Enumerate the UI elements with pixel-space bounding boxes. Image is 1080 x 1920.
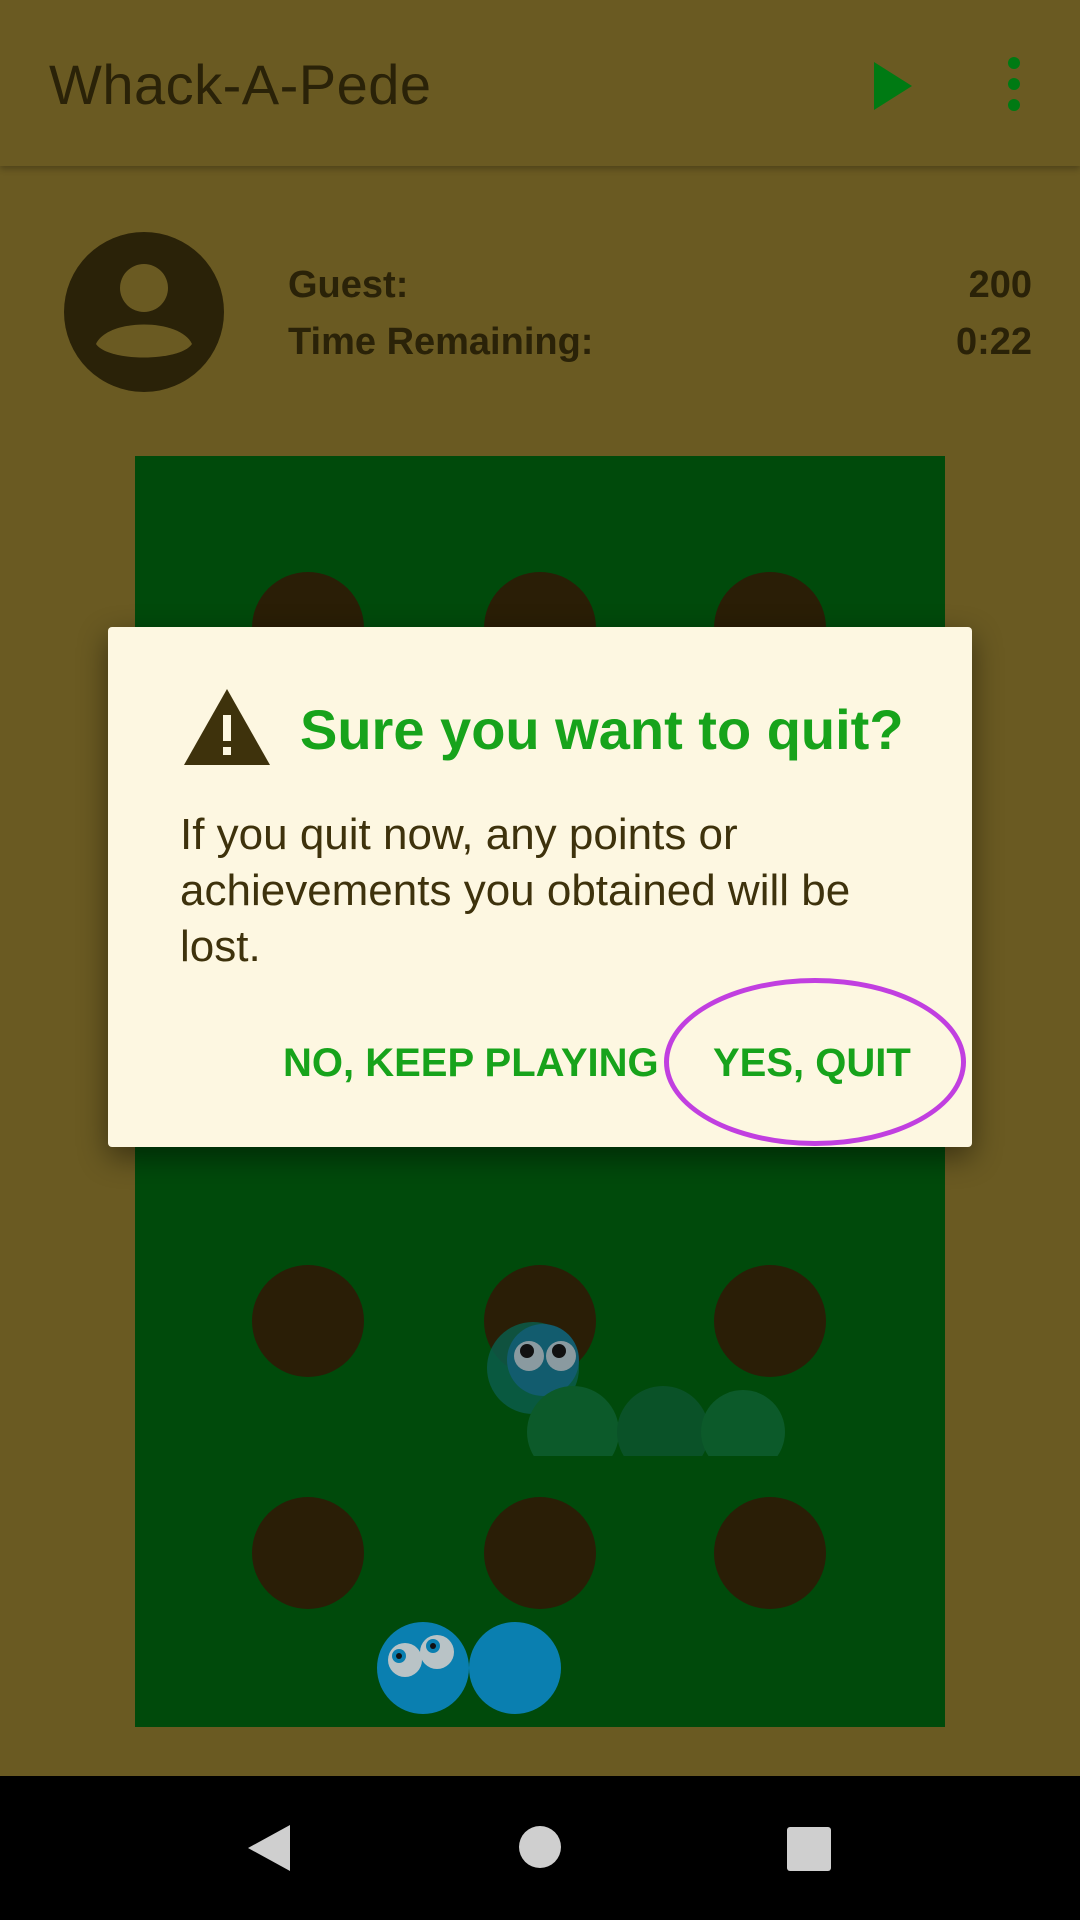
keep-playing-button[interactable]: NO, KEEP PLAYING bbox=[283, 1041, 659, 1086]
dialog-message: If you quit now, any points or achieveme… bbox=[180, 810, 851, 971]
dialog-title: Sure you want to quit? bbox=[300, 698, 904, 761]
warning-icon bbox=[184, 689, 270, 765]
home-icon[interactable] bbox=[518, 1825, 562, 1869]
back-icon[interactable] bbox=[244, 1823, 292, 1873]
recents-icon[interactable] bbox=[786, 1826, 832, 1872]
quit-button[interactable]: YES, QUIT bbox=[713, 1041, 911, 1086]
quit-dialog: Sure you want to quit? If you quit now, … bbox=[108, 627, 972, 1147]
